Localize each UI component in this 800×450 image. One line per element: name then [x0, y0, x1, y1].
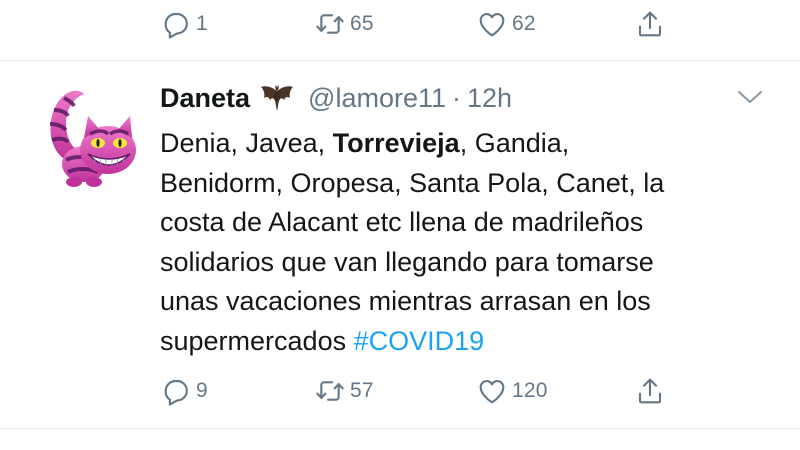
avatar[interactable] [44, 80, 140, 192]
tweet-text-line: costa de Alacant etc llena de madrileños [160, 207, 644, 238]
tweet-divider-top [0, 60, 800, 61]
reply-icon [164, 379, 188, 406]
prev-tweet-action-bar: 1 65 62 [0, 4, 800, 44]
reply-button[interactable]: 1 [160, 4, 208, 44]
like-button[interactable]: 120 [476, 371, 548, 411]
more-options-button[interactable] [735, 86, 765, 108]
like-icon [479, 380, 505, 404]
hashtag-link[interactable]: #COVID19 [354, 326, 485, 356]
share-button[interactable] [634, 4, 666, 44]
timestamp[interactable]: 12h [467, 83, 512, 114]
user-handle[interactable]: @lamore11 [308, 83, 446, 114]
tweet-text-line: supermercados #COVID19 [160, 322, 780, 362]
bat-emoji [260, 83, 294, 113]
retweet-icon [316, 381, 344, 401]
chevron-down-icon [738, 91, 762, 103]
retweet-count: 57 [350, 379, 374, 402]
tweet-text-line: Denia, Javea, Torrevieja, Gandia, [160, 124, 780, 164]
tweet-action-bar: 9 57 120 [0, 371, 800, 411]
like-button[interactable]: 62 [476, 4, 536, 44]
retweet-count: 65 [350, 12, 374, 35]
bold-mention: Torrevieja [332, 128, 460, 158]
like-count: 120 [512, 379, 548, 402]
text-segment: supermercados [160, 325, 354, 356]
retweet-button[interactable]: 65 [314, 4, 374, 44]
share-button[interactable] [634, 371, 666, 411]
display-name[interactable]: Daneta [160, 83, 250, 114]
text-segment: Denia, Javea, [160, 128, 333, 158]
tweet-text: Denia, Javea, Torrevieja, Gandia, Benido… [160, 124, 780, 362]
separator-dot: · [452, 82, 461, 113]
reply-count: 9 [196, 379, 208, 402]
reply-button[interactable]: 9 [160, 371, 208, 411]
tweet-text-line: unas vacaciones mientras arrasan en los [160, 286, 651, 317]
cheshire-cat-avatar [49, 90, 136, 187]
retweet-button[interactable]: 57 [314, 371, 374, 411]
like-icon [479, 13, 505, 37]
tweet-divider-bottom [0, 428, 800, 429]
share-icon [638, 378, 662, 404]
tweet-text-line: Benidorm, Oropesa, Santa Pola, Canet, la [160, 167, 665, 198]
retweet-icon [316, 14, 344, 34]
tweet-text-line: solidarios que van llegando para tomarse [160, 246, 654, 277]
text-segment: , Gandia, [459, 128, 570, 158]
reply-count: 1 [196, 12, 208, 35]
reply-icon [164, 12, 188, 39]
like-count: 62 [512, 12, 536, 35]
share-icon [638, 11, 662, 37]
tweet-header: Daneta @lamore11 · 12h [160, 76, 512, 120]
